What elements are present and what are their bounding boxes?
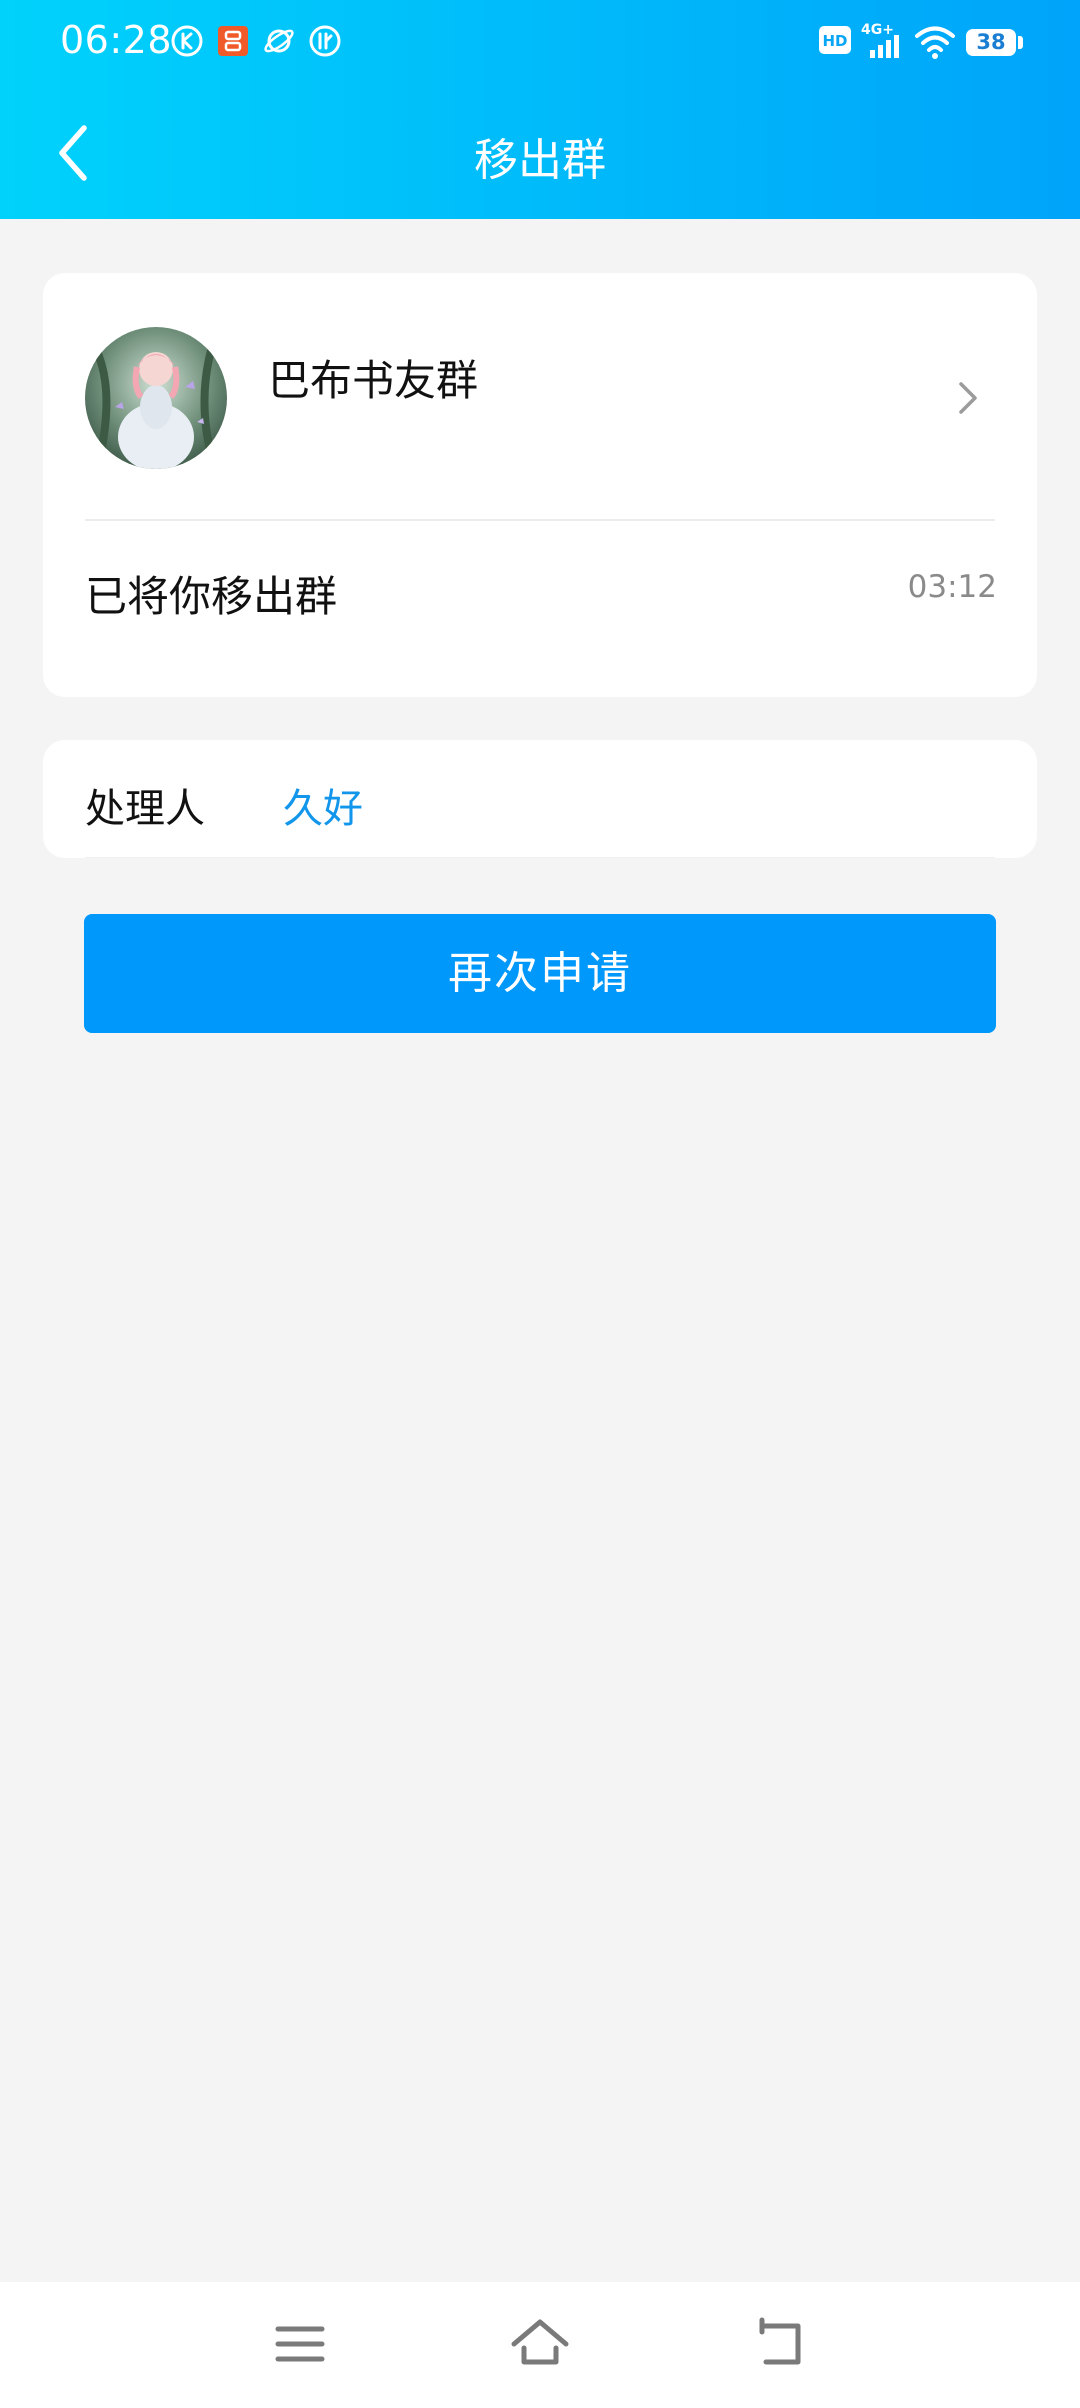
- signal-icon: 4G+: [861, 22, 899, 58]
- circle-app-icon: [309, 25, 341, 57]
- battery-nub: [1018, 36, 1023, 49]
- battery-icon: 38: [966, 29, 1016, 56]
- status-bar: 06:28 HD 4G+ 38: [0, 0, 1080, 84]
- menu-icon[interactable]: [268, 2312, 332, 2376]
- page-title: 移出群: [474, 135, 606, 186]
- handler-card: 处理人 久好: [43, 740, 1037, 858]
- k-app-icon: [171, 25, 203, 57]
- removal-message: 已将你移出群: [85, 572, 338, 621]
- chevron-right-icon[interactable]: [953, 378, 983, 418]
- group-name[interactable]: 巴布书友群: [268, 347, 478, 408]
- hd-icon: HD: [819, 26, 851, 54]
- return-icon[interactable]: [748, 2312, 812, 2376]
- wifi-icon: [915, 26, 955, 59]
- header: 06:28 HD 4G+ 38 移出群: [0, 0, 1080, 219]
- home-icon[interactable]: [508, 2312, 572, 2376]
- divider: [85, 519, 995, 521]
- handler-label: 处理人: [85, 786, 205, 832]
- svg-text:4G+: 4G+: [861, 22, 894, 38]
- status-time: 06:28: [60, 18, 173, 62]
- group-avatar[interactable]: [85, 327, 227, 469]
- handler-name-link[interactable]: 久好: [283, 776, 363, 834]
- planet-app-icon: [264, 29, 294, 53]
- group-card: 巴布书友群 已将你移出群 03:12: [43, 273, 1037, 697]
- svg-text:HD: HD: [822, 32, 847, 50]
- red-app-icon: [218, 26, 248, 56]
- apply-again-button[interactable]: 再次申请: [84, 914, 996, 1033]
- title-bar: 移出群: [0, 84, 1080, 219]
- message-time: 03:12: [907, 569, 997, 605]
- bottom-navigation-bar: [0, 2282, 1080, 2408]
- divider: [85, 857, 995, 858]
